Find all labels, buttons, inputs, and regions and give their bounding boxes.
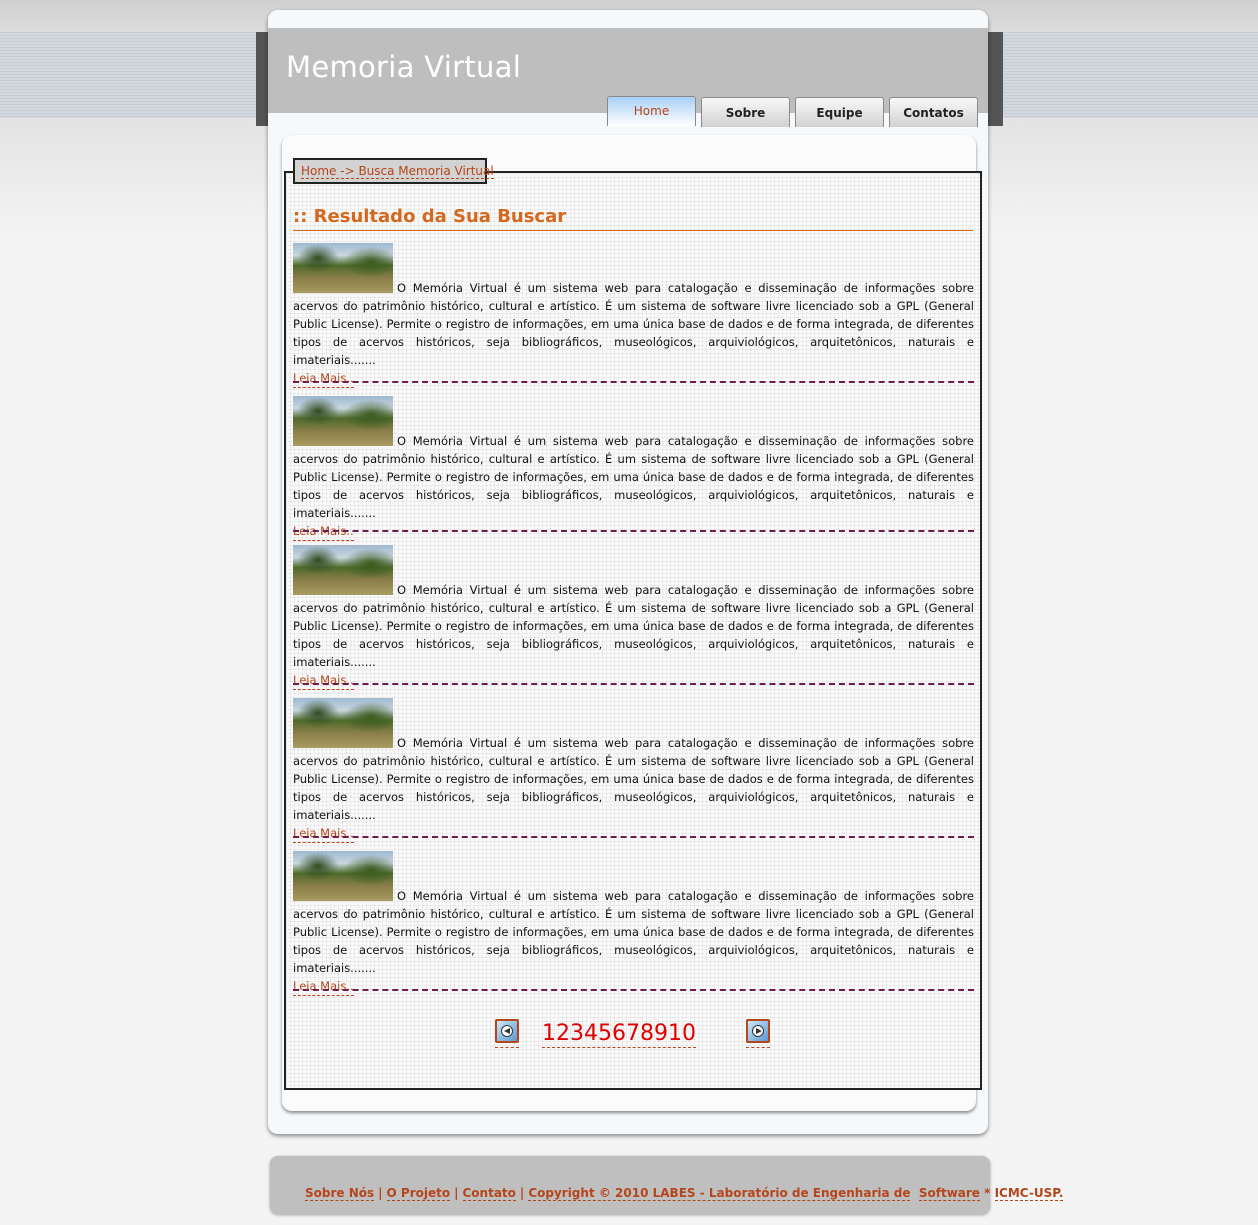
result-item: O Memória Virtual é um sistema web para … [293,243,974,388]
result-item: O Memória Virtual é um sistema web para … [293,396,974,541]
tab-equipe[interactable]: Equipe [795,97,884,127]
footer-links: Sobre Nós | O Projeto | Contato | Copyright © … [305,1186,1064,1201]
footer-link-contato[interactable]: Contato [462,1186,516,1201]
arrow-left-glyph [501,1025,513,1037]
result-item: O Memória Virtual é um sistema web para … [293,698,974,843]
page-link[interactable]: 5 [598,1021,612,1046]
footer-star-separator: * [979,1186,995,1200]
result-text: O Memória Virtual é um sistema web para … [293,736,974,822]
page-link[interactable]: 6 [612,1021,626,1046]
site-header: Memoria Virtual Home Sobre Equipe Contat… [268,28,988,127]
read-more-link[interactable]: Leia Mais.. [293,825,354,843]
footer-copyright[interactable]: Copyright © 2010 LABES - Laboratório de … [528,1186,911,1201]
page-link[interactable]: 1 [542,1021,556,1046]
read-more-link[interactable]: Leia Mais.. [293,370,354,388]
page-link[interactable]: 8 [640,1021,654,1046]
result-divider [293,989,974,991]
result-thumbnail[interactable] [293,545,393,595]
header-top-cap [268,10,988,28]
result-divider [293,381,974,383]
result-text: O Memória Virtual é um sistema web para … [293,889,974,975]
arrow-right-icon[interactable] [746,1019,770,1043]
page-numbers: 12345678910 [542,1021,696,1048]
page-link[interactable]: 10 [668,1021,696,1046]
footer-separator: | [454,1186,459,1200]
page-link[interactable]: 2 [556,1021,570,1046]
arrow-left-icon[interactable] [495,1019,519,1043]
page-link[interactable]: 3 [570,1021,584,1046]
page-link[interactable]: 4 [584,1021,598,1046]
result-item: O Memória Virtual é um sistema web para … [293,545,974,690]
pager-prev-underline [495,1047,519,1048]
footer-link-software[interactable]: Software [918,1186,980,1201]
result-thumbnail[interactable] [293,851,393,901]
page-link[interactable]: 7 [626,1021,640,1046]
footer-separator: | [519,1186,525,1200]
read-more-link[interactable]: Leia Mais.. [293,672,354,690]
result-divider [293,836,974,838]
result-text: O Memória Virtual é um sistema web para … [293,434,974,520]
page-link[interactable]: 9 [654,1021,668,1046]
breadcrumb: Home -> Busca Memoria Virtual [293,158,494,184]
tab-contatos[interactable]: Contatos [889,97,978,127]
pager-next-underline [746,1047,770,1048]
footer-separator: | [378,1186,383,1200]
result-thumbnail[interactable] [293,243,393,293]
results-title: :: Resultado da Sua Buscar [293,206,973,231]
site-footer [270,1156,990,1214]
result-divider [293,530,974,532]
result-divider [293,683,974,685]
pagination: 12345678910 [495,1019,775,1049]
result-text: O Memória Virtual é um sistema web para … [293,583,974,669]
tab-sobre[interactable]: Sobre [701,97,790,127]
footer-link-icmc-usp[interactable]: ICMC-USP. [994,1186,1064,1201]
header-shadow-left [256,32,268,126]
result-thumbnail[interactable] [293,698,393,748]
result-text: O Memória Virtual é um sistema web para … [293,281,974,367]
tab-home[interactable]: Home [607,96,696,126]
header-shadow-right [988,32,1003,126]
result-thumbnail[interactable] [293,396,393,446]
read-more-link[interactable]: Leia Mais.. [293,523,354,541]
breadcrumb-link[interactable]: Home -> Busca Memoria Virtual [301,164,494,179]
result-item: O Memória Virtual é um sistema web para … [293,851,974,996]
footer-link-sobre-nos[interactable]: Sobre Nós [305,1186,375,1201]
read-more-link[interactable]: Leia Mais.. [293,978,354,996]
arrow-right-glyph [752,1025,764,1037]
footer-link-o-projeto[interactable]: O Projeto [386,1186,451,1201]
site-title: Memoria Virtual [286,50,522,84]
